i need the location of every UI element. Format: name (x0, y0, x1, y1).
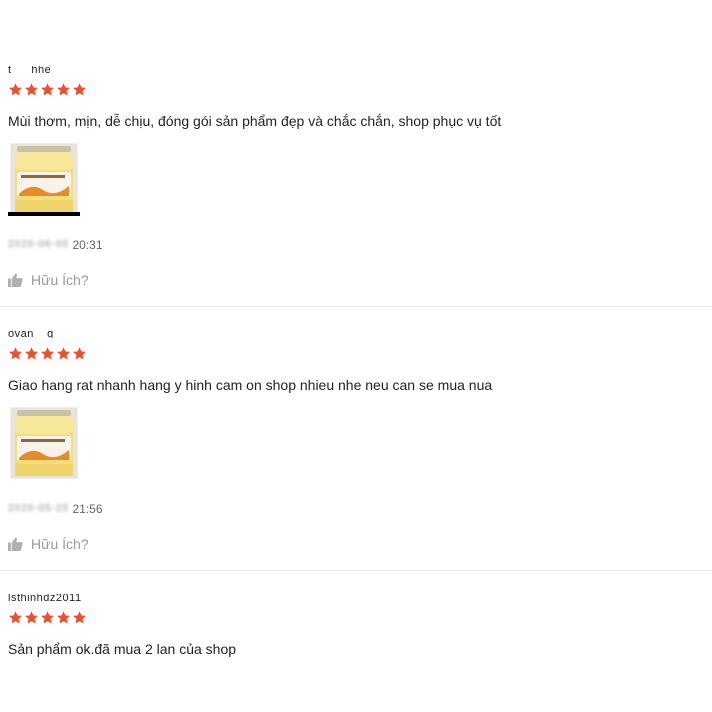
rating-stars (8, 346, 87, 361)
review-comment: Sản phẩm ok.đã mua 2 lan của shop (8, 641, 237, 657)
star-icon (24, 82, 39, 97)
thumbs-up-icon (8, 273, 23, 287)
star-icon (8, 610, 23, 625)
star-icon (72, 346, 87, 361)
review-divider (0, 306, 712, 307)
star-icon (56, 82, 71, 97)
star-icon (8, 82, 23, 97)
star-icon (40, 82, 55, 97)
photo-underline (8, 212, 80, 216)
review-photo[interactable] (10, 143, 78, 215)
reviewer-username: lsthinhdz2011_ (8, 594, 89, 602)
helpful-button[interactable]: Hữu Ích? (8, 536, 89, 552)
helpful-label: Hữu Ích? (31, 272, 89, 288)
helpful-button[interactable]: Hữu Ích? (8, 272, 89, 288)
star-icon (56, 610, 71, 625)
star-icon (72, 610, 87, 625)
star-icon (72, 82, 87, 97)
rating-stars (8, 82, 87, 97)
review-comment: Giao hang rat nhanh hang y hinh cam on s… (8, 377, 493, 393)
review-timestamp: 2020-06-05 20:31 (8, 238, 103, 252)
star-icon (56, 346, 71, 361)
thumbs-up-icon (8, 537, 23, 551)
reviewer-username: t___hhe (8, 66, 52, 74)
review-photo[interactable] (10, 407, 78, 479)
helpful-label: Hữu Ích? (31, 536, 89, 552)
reviewer-username: ovan__g (8, 330, 54, 338)
review-date: 2020-05-25 (8, 503, 70, 514)
rating-stars (8, 610, 87, 625)
star-icon (40, 346, 55, 361)
review-comment: Mùi thơm, mịn, dễ chịu, đóng gói sản phẩ… (8, 113, 502, 129)
review-time: 21:56 (72, 502, 103, 516)
review-divider (0, 570, 712, 571)
star-icon (24, 610, 39, 625)
star-icon (40, 610, 55, 625)
review-date: 2020-06-05 (8, 239, 70, 250)
star-icon (24, 346, 39, 361)
star-icon (8, 346, 23, 361)
review-timestamp: 2020-05-25 21:56 (8, 502, 103, 516)
review-time: 20:31 (72, 238, 103, 252)
